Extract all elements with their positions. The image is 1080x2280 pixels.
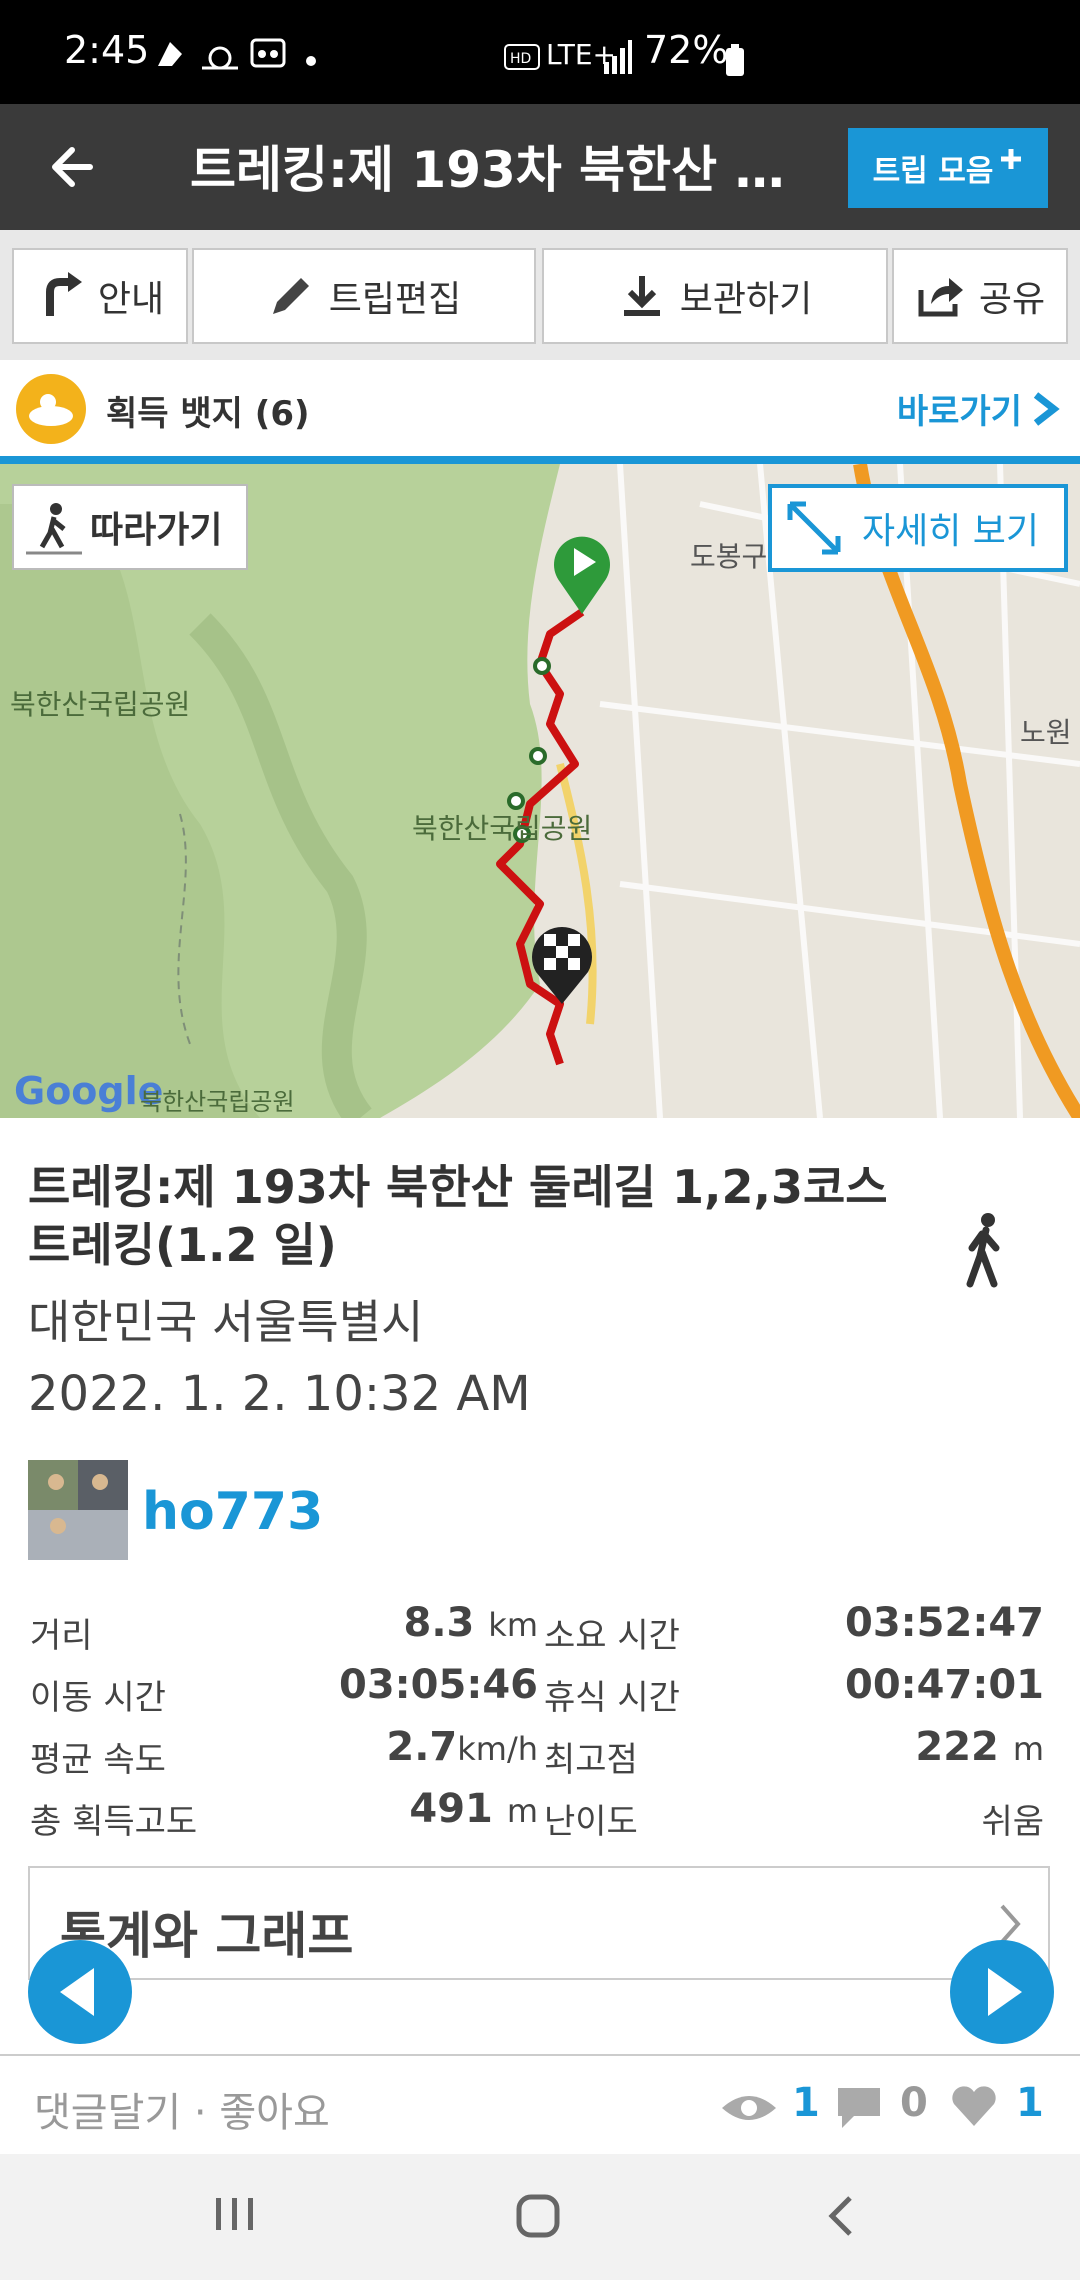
hd-icon: HD — [504, 44, 540, 70]
comment-count: 0 — [900, 2080, 928, 2126]
download-icon — [623, 276, 660, 316]
trip-location: 대한민국 서울특별시 — [28, 1295, 424, 1349]
trip-date: 2022. 1. 2. 10:32 AM — [28, 1366, 531, 1422]
walking-icon — [966, 1213, 1000, 1288]
stat-value: 03:52:47 — [845, 1600, 1044, 1646]
stat-value: 491 m — [409, 1786, 538, 1832]
map-label: 노원 — [1020, 716, 1072, 749]
detail-view-label: 자세히 보기 — [862, 511, 1040, 552]
hiker-follow-icon — [26, 503, 82, 555]
like-count: 1 — [1016, 2080, 1044, 2126]
status-bar: 2:45 HD LTE+ 72% — [0, 0, 1080, 104]
earned-badges-label: 획득 뱃지 (6) — [106, 394, 310, 434]
stat-label: 난이도 — [544, 1802, 638, 1842]
trip-edit-button[interactable]: 트립편집 — [192, 248, 536, 344]
voicemail-icon — [250, 38, 286, 68]
badge-icon — [16, 374, 86, 444]
stats-grid: 거리 8.3 km 소요 시간 03:52:47 이동 시간 03:05:46 … — [0, 1590, 1080, 1842]
system-navigation-bar — [0, 2154, 1080, 2280]
comment-like-link[interactable]: 댓글달기 · 좋아요 — [34, 2080, 330, 2138]
trip-edit-label: 트립편집 — [328, 279, 462, 320]
svg-text:HD: HD — [510, 51, 531, 67]
shortcut-link[interactable]: 바로가기 — [897, 384, 1060, 433]
save-label: 보관하기 — [679, 279, 813, 320]
share-icon — [918, 278, 963, 317]
dot-icon — [306, 56, 316, 66]
share-button[interactable]: 공유 — [892, 248, 1068, 344]
route-map[interactable]: 북한산국립공원 북한산국립공원 도봉구 노원 Google 북한산국립공원 따라… — [0, 464, 1080, 1118]
username-link[interactable]: ho773 — [142, 1482, 323, 1542]
trip-title: 트레킹:제 193차 북한산 둘레길 1,2,3코스 트레킹(1.2 일) — [28, 1160, 888, 1272]
follow-label: 따라가기 — [90, 510, 223, 551]
plus-icon — [1001, 149, 1022, 169]
signal-icon — [604, 40, 632, 74]
detail-view-button[interactable]: 자세히 보기 — [768, 484, 1068, 572]
trip-collection-label: 트립 모음 — [872, 154, 994, 189]
stats-graph-button[interactable]: 통계와 그래프 — [28, 1866, 1050, 1980]
badges-row[interactable]: 획득 뱃지 (6) 바로가기 — [0, 360, 1080, 464]
app-header: 트레킹:제 193차 북한산 둘… 트립 모음 — [0, 104, 1080, 230]
map-label: 북한산국립공원 — [140, 1088, 295, 1116]
stat-value: 쉬움 — [981, 1802, 1044, 1842]
stat-label: 총 획득고도 — [30, 1802, 198, 1842]
guide-button[interactable]: 안내 — [12, 248, 188, 344]
page-title: 트레킹:제 193차 북한산 둘… — [190, 141, 810, 199]
next-trip-button[interactable] — [950, 1940, 1054, 2044]
avatar[interactable] — [28, 1460, 128, 1560]
map-label: 북한산국립공원 — [412, 812, 592, 845]
stat-value: 03:05:46 — [339, 1662, 538, 1708]
save-button[interactable]: 보관하기 — [542, 248, 888, 344]
stat-label: 거리 — [30, 1616, 93, 1656]
back-arrow-icon[interactable] — [40, 132, 110, 202]
map-label: 북한산국립공원 — [10, 688, 190, 721]
pencil-icon — [272, 278, 309, 314]
triangle-left-icon — [60, 1968, 94, 2016]
battery-percent: 72% — [644, 28, 729, 72]
share-label: 공유 — [978, 279, 1046, 320]
expand-icon — [787, 501, 841, 555]
comment-icon[interactable] — [836, 2086, 882, 2130]
guide-label: 안내 — [97, 279, 165, 320]
stat-value: 2.7km/h — [386, 1724, 538, 1770]
follow-button[interactable]: 따라가기 — [12, 484, 248, 570]
recent-apps-icon[interactable] — [212, 2194, 258, 2234]
gesture-icon — [158, 42, 182, 66]
trip-collection-button[interactable]: 트립 모음 — [848, 128, 1048, 208]
chevron-right-icon — [1033, 391, 1060, 426]
stat-label: 소요 시간 — [544, 1616, 680, 1656]
prev-trip-button[interactable] — [28, 1940, 132, 2044]
heart-icon[interactable] — [950, 2084, 998, 2128]
action-toolbar: 안내 트립편집 보관하기 공유 — [0, 230, 1080, 360]
comment-like-bar: 댓글달기 · 좋아요 1 0 1 — [0, 2054, 1080, 2152]
stat-label: 이동 시간 — [30, 1678, 166, 1718]
stat-label: 휴식 시간 — [544, 1678, 680, 1718]
back-nav-icon[interactable] — [820, 2192, 860, 2240]
stat-value: 8.3 km — [403, 1600, 539, 1646]
stat-value: 222 m — [915, 1724, 1044, 1770]
shortcut-label: 바로가기 — [896, 392, 1022, 432]
map-label: 도봉구 — [690, 540, 767, 573]
stat-label: 최고점 — [544, 1740, 638, 1780]
stat-value: 00:47:01 — [845, 1662, 1044, 1708]
battery-icon — [726, 44, 744, 76]
weather-icon — [202, 46, 238, 70]
turn-arrow-icon — [45, 272, 82, 316]
home-icon[interactable] — [514, 2192, 562, 2240]
eye-icon — [722, 2096, 776, 2120]
status-time: 2:45 — [64, 28, 150, 72]
view-count: 1 — [792, 2080, 820, 2126]
triangle-right-icon — [988, 1968, 1022, 2016]
stat-label: 평균 속도 — [30, 1740, 166, 1780]
